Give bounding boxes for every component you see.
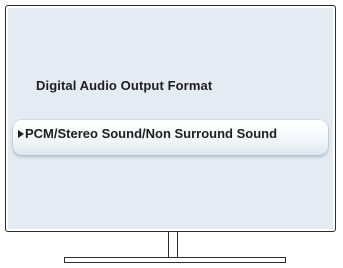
menu-title: Digital Audio Output Format (36, 78, 213, 93)
tv-stand-neck (168, 232, 178, 258)
selected-option[interactable]: PCM/Stereo Sound/Non Surround Sound (18, 126, 277, 141)
right-triangle-icon (18, 129, 24, 138)
tv-stand-base (64, 257, 286, 263)
selected-option-label: PCM/Stereo Sound/Non Surround Sound (25, 126, 278, 141)
tv-screen (8, 8, 333, 229)
tv-frame (5, 5, 336, 232)
